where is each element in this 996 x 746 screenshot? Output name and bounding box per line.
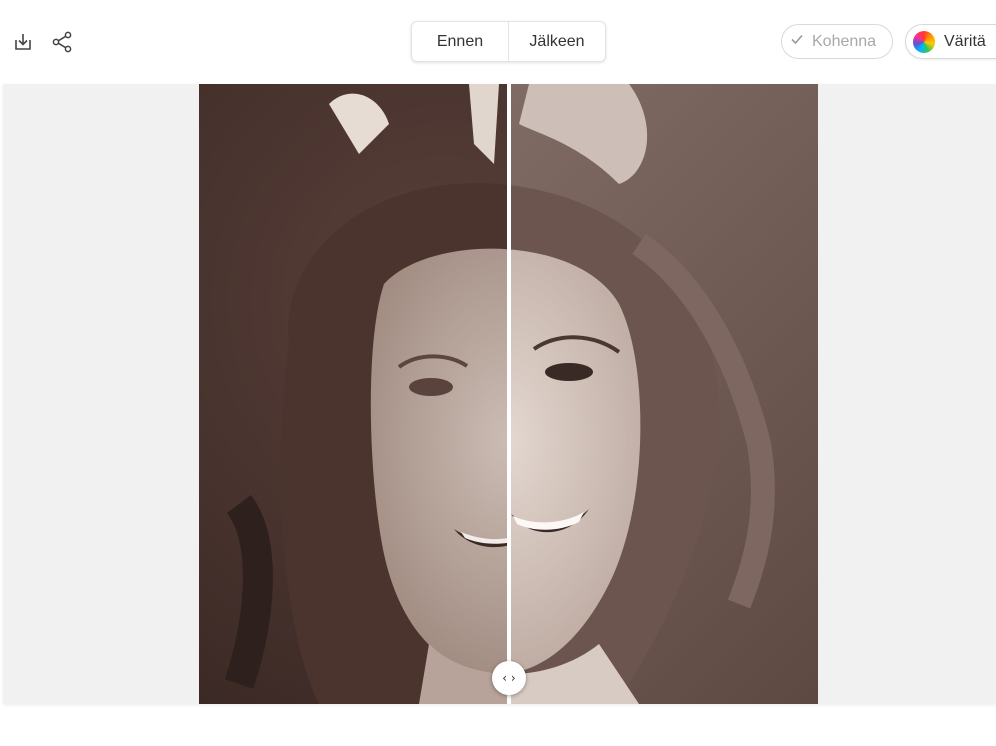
after-button[interactable]: Jälkeen — [508, 22, 605, 61]
comparison-divider[interactable] — [507, 84, 511, 704]
before-button[interactable]: Ennen — [412, 22, 508, 61]
colorize-button[interactable]: Väritä — [905, 24, 996, 59]
check-icon — [790, 32, 804, 51]
before-after-toggle: Ennen Jälkeen — [411, 21, 606, 62]
top-toolbar: Ennen Jälkeen Kohenna Väritä — [0, 0, 996, 84]
colorize-label: Väritä — [944, 32, 986, 50]
enhance-button[interactable]: Kohenna — [781, 24, 893, 59]
share-button[interactable] — [49, 29, 75, 55]
comparison-slider-handle[interactable]: ‹ › — [492, 661, 526, 695]
download-icon — [12, 31, 34, 53]
color-wheel-icon — [913, 30, 935, 53]
enhance-label: Kohenna — [812, 32, 877, 50]
share-icon — [50, 30, 74, 54]
comparison-stage: ‹ › — [3, 84, 996, 704]
chevrons-left-right-icon: ‹ › — [502, 671, 516, 685]
download-button[interactable] — [10, 29, 36, 55]
